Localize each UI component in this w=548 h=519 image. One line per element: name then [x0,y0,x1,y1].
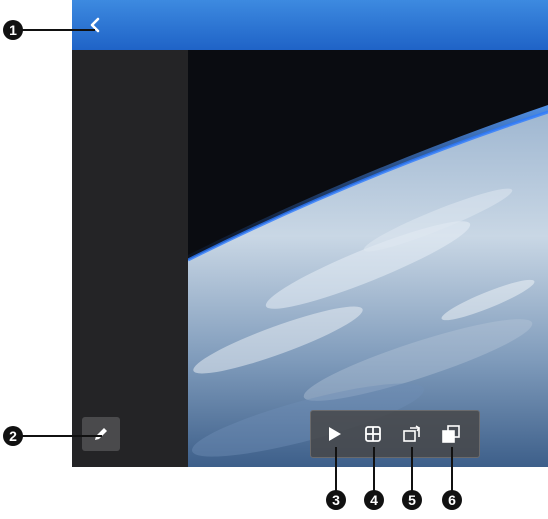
callout-line-1 [20,29,95,31]
grid-view-button[interactable] [360,421,386,447]
play-icon [329,427,341,441]
earth-photo [188,50,548,467]
callout-5: 5 [402,490,422,510]
pencil-icon [95,428,107,440]
callout-line-2 [20,435,102,437]
copy-icon [442,425,460,443]
set-wallpaper-button[interactable] [399,421,425,447]
chevron-left-icon [90,17,100,33]
callout-6: 6 [442,490,462,510]
callout-4: 4 [364,490,384,510]
set-wallpaper-icon [403,425,420,442]
side-panel [72,50,188,467]
edit-button[interactable] [82,417,120,451]
grid-icon [365,426,381,442]
photo-viewer-screen [72,0,548,467]
copy-button[interactable] [438,421,464,447]
callout-1: 1 [3,20,23,40]
callout-3: 3 [326,490,346,510]
callout-line-6 [451,447,453,493]
play-slideshow-button[interactable] [321,421,347,447]
callout-line-5 [411,447,413,493]
callout-2: 2 [3,426,23,446]
callout-line-3 [335,447,337,493]
back-button[interactable] [82,12,108,38]
top-bar [72,0,548,50]
callout-line-4 [373,447,375,493]
